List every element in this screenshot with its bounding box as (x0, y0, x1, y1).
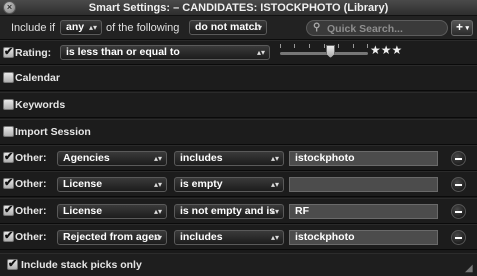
other-field-popup[interactable]: License ▴▾ (57, 177, 167, 192)
other-field-popup[interactable]: Agencies ▴▾ (57, 151, 167, 166)
import-session-row: Import Session (0, 119, 477, 145)
popup-arrows-icon: ▴▾ (153, 154, 162, 163)
match-any-popup[interactable]: any ▴▾ (60, 20, 102, 35)
remove-rule-icon[interactable] (451, 204, 466, 219)
other-label: Other: (15, 205, 47, 217)
calendar-checkbox[interactable] (3, 72, 14, 83)
other-operator-popup[interactable]: is empty ▴▾ (174, 177, 284, 192)
popup-arrows-icon: ▴▾ (153, 180, 162, 189)
rating-operator-popup[interactable]: is less than or equal to ▴▾ (60, 45, 270, 60)
include-if-label: Include if (11, 22, 56, 34)
other-value-field[interactable]: RF (289, 204, 438, 219)
keywords-checkbox[interactable] (3, 99, 14, 110)
popup-arrows-icon: ▴▾ (256, 48, 265, 57)
rating-slider-ticks (280, 44, 368, 48)
remove-rule-icon[interactable] (451, 151, 466, 166)
other-value-field[interactable]: istockphoto (289, 230, 438, 245)
stack-picks-checkbox[interactable] (7, 257, 18, 270)
other-row-license-empty: Other: License▴▾ is empty▴▾ (0, 171, 477, 197)
rating-label: Rating: (15, 47, 52, 59)
other-field-popup[interactable]: Rejected from agen ▴▾ (57, 230, 167, 245)
other-row-agencies: Other: Agencies▴▾ includes▴▾ istockphoto (0, 145, 477, 171)
keywords-row: Keywords (0, 92, 477, 118)
other-checkbox[interactable] (3, 203, 14, 216)
search-icon: ⚲ (313, 22, 321, 33)
rating-row: Rating: is less than or equal to ▴▾ (0, 40, 477, 65)
other-operator-popup[interactable]: includes ▴▾ (174, 230, 284, 245)
popup-arrows-icon: ▴▾ (270, 233, 279, 242)
remove-rule-icon[interactable] (451, 177, 466, 192)
add-rule-button[interactable]: + ▾ (451, 20, 473, 36)
calendar-row: Calendar (0, 65, 477, 91)
keywords-label: Keywords (15, 99, 66, 111)
resize-grip-icon[interactable]: ◢ (465, 264, 475, 274)
footer-bar: Include stack picks only ◢ (0, 253, 477, 276)
popup-arrows-icon: ▴▾ (253, 23, 262, 32)
of-following-label: of the following (106, 22, 180, 34)
popup-arrows-icon: ▴▾ (88, 23, 97, 32)
other-label: Other: (15, 152, 47, 164)
search-input[interactable] (327, 22, 442, 35)
other-field-popup[interactable]: License ▴▾ (57, 204, 167, 219)
other-checkbox[interactable] (3, 229, 14, 242)
title-bar: × Smart Settings: – CANDIDATES: ISTOCKPH… (0, 0, 477, 16)
other-operator-popup[interactable]: includes ▴▾ (174, 151, 284, 166)
rating-checkbox[interactable] (3, 45, 14, 58)
stack-picks-label: Include stack picks only (21, 259, 142, 271)
other-checkbox[interactable] (3, 176, 14, 189)
popup-arrows-icon: ▴▾ (153, 233, 162, 242)
chevron-down-icon: ▾ (465, 25, 469, 32)
popup-arrows-icon: ▴▾ (270, 154, 279, 163)
window-title: Smart Settings: – CANDIDATES: ISTOCKPHOT… (88, 2, 389, 14)
popup-arrows-icon: ▴▾ (270, 180, 279, 189)
other-row-license-rf: Other: License▴▾ is not empty and is▴▾ R… (0, 198, 477, 224)
import-session-label: Import Session (15, 126, 91, 138)
quick-search-field[interactable]: ⚲ (306, 20, 448, 36)
popup-arrows-icon: ▴▾ (153, 207, 162, 216)
rating-stars: ★★★ (370, 43, 403, 57)
calendar-label: Calendar (15, 72, 60, 84)
popup-arrows-icon: ▴▾ (270, 207, 279, 216)
other-value-field[interactable]: istockphoto (289, 151, 438, 166)
other-row-rejected: Other: Rejected from agen▴▾ includes▴▾ i… (0, 224, 477, 250)
import-session-checkbox[interactable] (3, 126, 14, 137)
other-operator-popup[interactable]: is not empty and is ▴▾ (174, 204, 284, 219)
remove-rule-icon[interactable] (451, 230, 466, 245)
match-mode-popup[interactable]: do not match ▴▾ (189, 20, 267, 35)
other-label: Other: (15, 231, 47, 243)
other-label: Other: (15, 178, 47, 190)
other-checkbox[interactable] (3, 150, 14, 163)
other-value-field[interactable] (289, 177, 438, 192)
rating-slider-track[interactable] (280, 52, 368, 55)
